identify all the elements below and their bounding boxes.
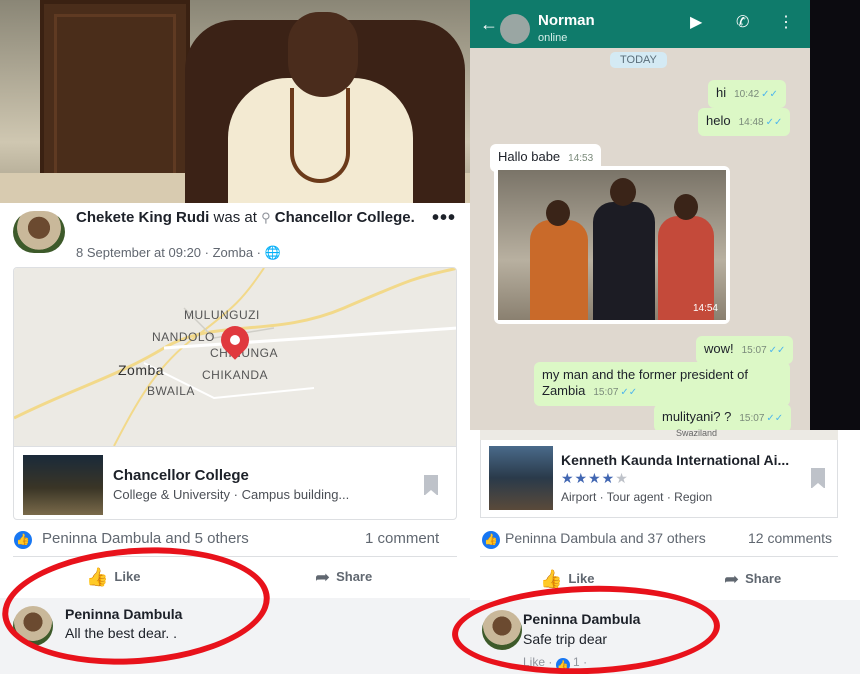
- post-header: Chekete King Rudi was at ⚲ Chancellor Co…: [0, 203, 470, 265]
- whatsapp-screenshot: ← Norman online ▶ ✆ ⋮ TODAY hi 10:42 ✓✓ he…: [470, 0, 860, 430]
- bookmark-icon[interactable]: [424, 475, 438, 496]
- thumbs-up-icon: 👍: [540, 569, 563, 589]
- like-reaction-icon: 👍: [482, 531, 500, 549]
- place-title[interactable]: Chancellor College: [113, 467, 249, 484]
- place-row[interactable]: Chancellor College College & University …: [14, 446, 456, 519]
- message-text: mulityani? ?: [662, 409, 732, 424]
- map-label: NANDOLO: [152, 330, 215, 344]
- author-name[interactable]: Chekete King Rudi: [76, 209, 209, 226]
- message-text: wow!: [704, 341, 734, 356]
- was-at-text: was at: [213, 209, 257, 226]
- rating-stars-icon: ★★★★★: [561, 470, 629, 487]
- message-bubble[interactable]: hi 10:42 ✓✓: [708, 80, 786, 108]
- bookmark-icon[interactable]: [811, 468, 825, 489]
- comment-count[interactable]: 1 comment: [365, 530, 439, 547]
- photo-person-head: [288, 12, 358, 97]
- comment-count[interactable]: 12 comments: [748, 530, 832, 546]
- message-bubble[interactable]: my man and the former president of Zambi…: [534, 362, 790, 406]
- contact-status: online: [538, 32, 568, 44]
- read-ticks-icon: ✓✓: [768, 345, 786, 356]
- message-time: 14:53: [568, 153, 594, 164]
- author-avatar[interactable]: [13, 211, 65, 253]
- read-ticks-icon: ✓✓: [765, 117, 783, 128]
- more-options-icon[interactable]: •••: [432, 207, 456, 230]
- message-text: helo: [706, 113, 731, 128]
- post-title: Chekete King Rudi was at ⚲ Chancellor Co…: [76, 209, 426, 227]
- message-bubble[interactable]: mulityani? ? 15:07 ✓✓: [654, 404, 792, 430]
- post-meta: 8 September at 09:20 · Zomba · 🌐: [76, 245, 281, 261]
- like-reaction-icon: 👍: [14, 531, 32, 549]
- photo-message-image: 14:54: [498, 170, 726, 320]
- post-timestamp[interactable]: 8 September at 09:20 · Zomba ·: [76, 245, 265, 260]
- message-time: 15:07: [593, 387, 619, 398]
- checkin-map[interactable]: MULUNGUZI NANDOLO CHINUNGA Zomba CHIKAND…: [14, 268, 456, 446]
- contact-name[interactable]: Norman: [538, 12, 595, 29]
- photo-figure-head: [674, 194, 698, 220]
- map-label: BWAILA: [147, 384, 195, 398]
- share-icon: ➦: [724, 569, 740, 589]
- reactions-summary[interactable]: Peninna Dambula and 5 others: [42, 530, 249, 547]
- message-text: hi: [716, 85, 727, 100]
- message-bubble[interactable]: helo 14:48 ✓✓: [698, 108, 791, 136]
- map-label: Zomba: [118, 362, 165, 378]
- back-arrow-icon[interactable]: ←: [480, 14, 498, 35]
- photo-figure-head: [546, 200, 570, 226]
- phone-bezel: [810, 0, 860, 430]
- date-chip: TODAY: [610, 52, 667, 68]
- read-ticks-icon: ✓✓: [766, 413, 784, 424]
- map-label: Swaziland: [676, 428, 718, 438]
- chat-header: ← Norman online ▶ ✆ ⋮: [470, 0, 810, 48]
- message-time: 14:54: [692, 303, 718, 314]
- contact-avatar[interactable]: [500, 14, 530, 44]
- location-pin-icon: ⚲: [261, 210, 271, 225]
- stars-empty: ★: [615, 470, 629, 486]
- message-text: my man and the former president of Zambi…: [542, 367, 748, 398]
- photo-figure: [593, 202, 655, 320]
- place-title[interactable]: Kenneth Kaunda International Ai...: [561, 452, 789, 468]
- share-button[interactable]: ➦ Share: [315, 567, 372, 588]
- place-card[interactable]: Kenneth Kaunda International Ai... ★★★★★…: [480, 440, 838, 518]
- map-strip: Swaziland: [480, 428, 838, 440]
- share-icon: ➦: [315, 567, 331, 587]
- reactions-summary[interactable]: Peninna Dambula and 37 others: [505, 530, 706, 546]
- checkin-location[interactable]: Chancellor College.: [275, 209, 415, 226]
- map-label: MULUNGUZI: [184, 308, 260, 322]
- place-thumbnail: [489, 446, 553, 510]
- message-time: 14:48: [738, 117, 764, 128]
- map-label: CHIKANDA: [202, 368, 269, 382]
- place-category: Airport · Tour agent · Region: [561, 490, 713, 504]
- message-time: 15:07: [739, 413, 765, 424]
- globe-icon: 🌐: [264, 245, 281, 260]
- photo-door: [40, 0, 190, 190]
- video-call-icon[interactable]: ▶: [690, 12, 702, 32]
- checkin-card[interactable]: MULUNGUZI NANDOLO CHINUNGA Zomba CHIKAND…: [13, 267, 457, 520]
- place-thumbnail: [23, 455, 103, 515]
- share-button[interactable]: ➦ Share: [724, 569, 781, 590]
- post-photo[interactable]: [0, 0, 470, 203]
- menu-dots-icon[interactable]: ⋮: [778, 12, 794, 32]
- photo-person-embroidery: [290, 88, 350, 183]
- photo-figure: [530, 220, 588, 320]
- message-time: 10:42: [734, 89, 760, 100]
- message-time: 15:07: [741, 345, 767, 356]
- message-bubble[interactable]: wow! 15:07 ✓✓: [696, 336, 794, 364]
- place-category: College & University · Campus building..…: [113, 487, 350, 502]
- read-ticks-icon: ✓✓: [620, 387, 638, 398]
- phone-call-icon[interactable]: ✆: [736, 12, 749, 32]
- divider: [480, 556, 838, 557]
- stars-filled: ★★★★: [561, 470, 616, 486]
- chat-area: TODAY hi 10:42 ✓✓ helo 14:48 ✓✓ Hallo babe 14…: [470, 48, 810, 430]
- photo-figure-head: [610, 178, 636, 206]
- share-label: Share: [745, 571, 782, 586]
- read-ticks-icon: ✓✓: [761, 89, 778, 100]
- message-text: Hallo babe: [498, 149, 561, 164]
- share-label: Share: [336, 569, 373, 584]
- like-label: Like: [568, 571, 595, 586]
- photo-message[interactable]: 14:54: [494, 166, 730, 324]
